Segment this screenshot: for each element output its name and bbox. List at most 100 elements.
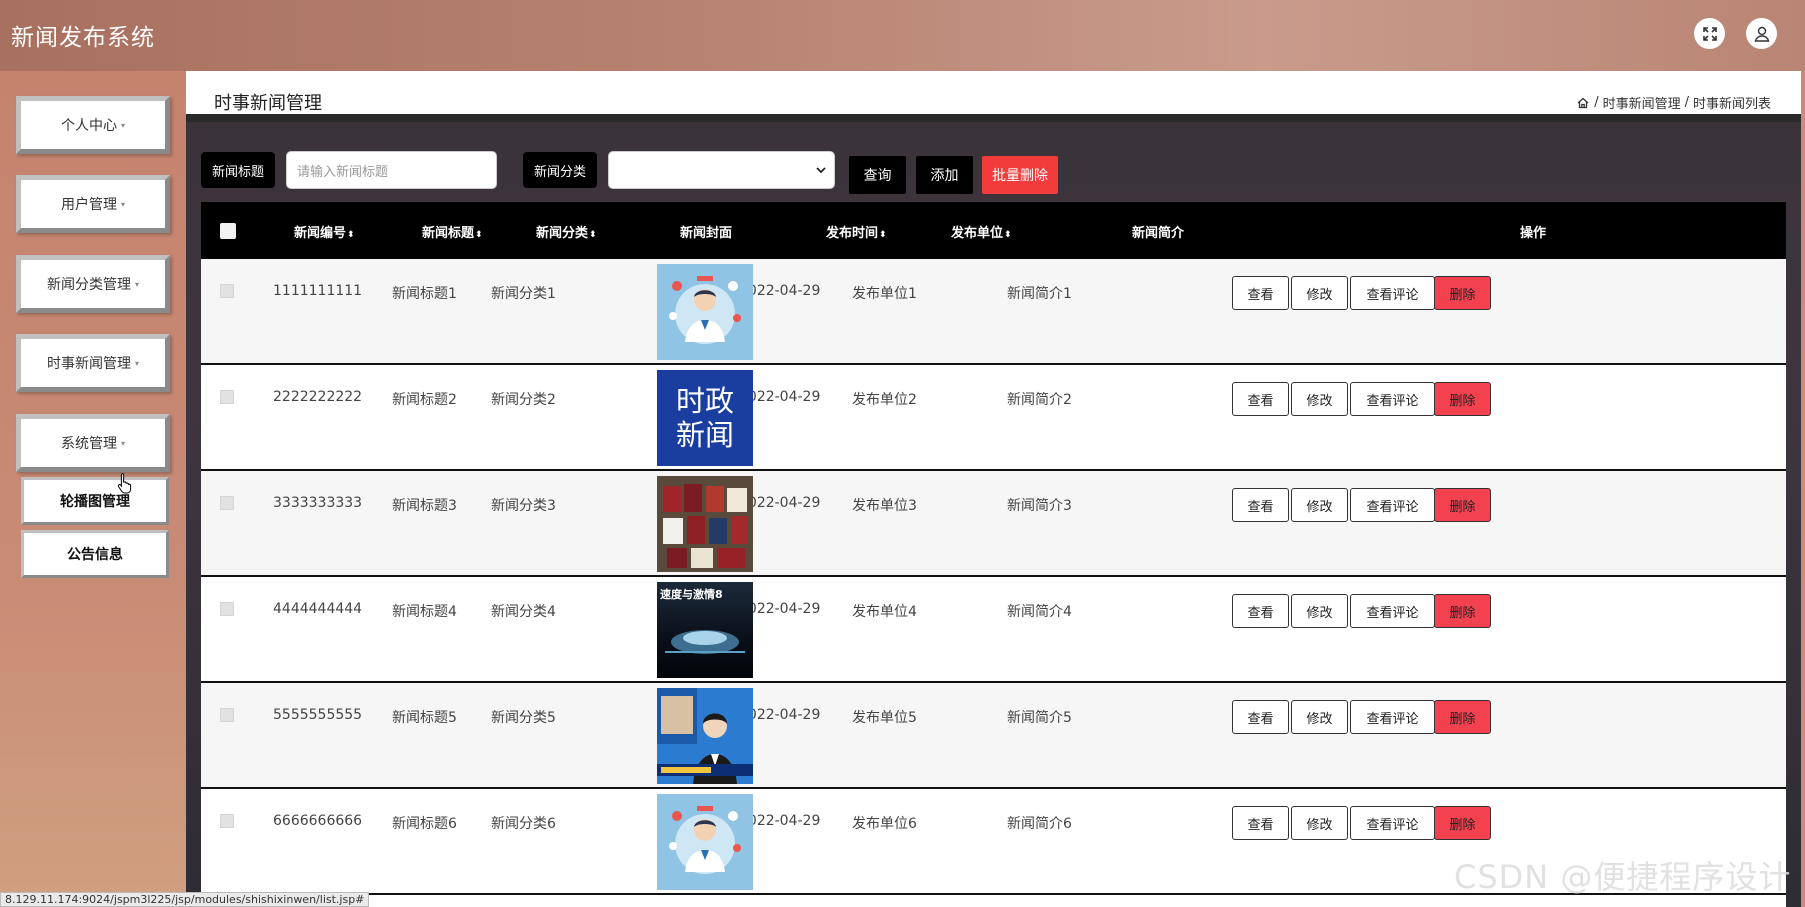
header-title-label: 新闻标题 — [422, 226, 475, 241]
sort-icon: ⬍ — [879, 230, 887, 240]
view-comments-button[interactable]: 查看评论 — [1350, 382, 1435, 416]
view-button[interactable]: 查看 — [1232, 806, 1289, 840]
home-icon[interactable] — [1576, 96, 1590, 110]
main-content: 时事新闻管理 / 时事新闻管理 / 时事新闻列表 新闻标题 请输入新闻标题 新闻… — [186, 71, 1801, 907]
sidebar-item-personal-center[interactable]: 个人中心 ▾ — [16, 96, 170, 154]
sidebar-item-label: 用户管理 — [60, 197, 117, 213]
view-comments-button[interactable]: 查看评论 — [1350, 806, 1435, 840]
app-title: 新闻发布系统 — [11, 25, 155, 51]
caret-down-icon: ▾ — [134, 279, 139, 289]
table-header: 新闻编号⬍ 新闻标题⬍ 新闻分类⬍ 新闻封面 发布时间⬍ 发布单位⬍ 新闻简介 … — [201, 202, 1786, 259]
sidebar-item-category-management[interactable]: 新闻分类管理 ▾ — [16, 255, 170, 313]
batch-delete-button[interactable]: 批量删除 — [982, 156, 1058, 194]
cell-unit: 发布单位2 — [852, 392, 917, 408]
sidebar-item-label: 系统管理 — [60, 436, 117, 452]
row-checkbox[interactable] — [220, 496, 234, 510]
header-title[interactable]: 新闻标题⬍ — [422, 222, 483, 241]
view-button[interactable]: 查看 — [1232, 276, 1289, 310]
caret-down-icon: ▾ — [134, 358, 139, 368]
cell-title: 新闻标题4 — [392, 604, 457, 620]
table-row: 5555555555 新闻标题5 新闻分类5 2022-04-29 发布单位5 新闻简介5… — [201, 683, 1786, 789]
edit-button[interactable]: 修改 — [1291, 594, 1348, 628]
cell-summary: 新闻简介5 — [1007, 710, 1072, 726]
cell-summary: 新闻简介1 — [1007, 286, 1072, 302]
sort-icon: ⬍ — [475, 230, 483, 240]
edit-button[interactable]: 修改 — [1291, 700, 1348, 734]
sidebar-subitem-notice[interactable]: 公告信息 — [21, 530, 169, 578]
view-button[interactable]: 查看 — [1232, 488, 1289, 522]
query-button[interactable]: 查询 — [849, 156, 906, 194]
sidebar-subitem-carousel[interactable]: 轮播图管理 — [21, 477, 169, 525]
header-category-label: 新闻分类 — [536, 226, 589, 241]
cell-unit: 发布单位5 — [852, 710, 917, 726]
delete-button[interactable]: 删除 — [1434, 382, 1491, 416]
sidebar-item-user-management[interactable]: 用户管理 ▾ — [16, 175, 170, 233]
header-unit[interactable]: 发布单位⬍ — [951, 222, 1012, 241]
view-button[interactable]: 查看 — [1232, 382, 1289, 416]
header-time[interactable]: 发布时间⬍ — [826, 222, 887, 241]
fullscreen-icon[interactable] — [1694, 18, 1725, 49]
delete-button[interactable]: 删除 — [1434, 488, 1491, 522]
chevron-down-icon — [816, 167, 826, 174]
row-checkbox[interactable] — [220, 602, 234, 616]
cell-summary: 新闻简介2 — [1007, 392, 1072, 408]
table-row: 1111111111 新闻标题1 新闻分类1 2022-04-29 发布单位1 新闻简介1… — [201, 259, 1786, 365]
cover-image — [657, 794, 753, 890]
breadcrumb-separator: / — [1594, 95, 1599, 110]
edit-button[interactable]: 修改 — [1291, 276, 1348, 310]
edit-button[interactable]: 修改 — [1291, 806, 1348, 840]
row-checkbox[interactable] — [220, 390, 234, 404]
header-summary: 新闻简介 — [1132, 226, 1185, 241]
cell-summary: 新闻简介3 — [1007, 498, 1072, 514]
add-button[interactable]: 添加 — [916, 156, 973, 194]
pointer-cursor-icon — [117, 473, 132, 494]
delete-button[interactable]: 删除 — [1434, 276, 1491, 310]
sidebar-item-system-management[interactable]: 系统管理 ▾ — [16, 414, 170, 472]
top-bar: 新闻发布系统 — [0, 0, 1805, 71]
cell-unit: 发布单位3 — [852, 498, 917, 514]
page-header: 时事新闻管理 / 时事新闻管理 / 时事新闻列表 — [186, 71, 1801, 122]
cell-title: 新闻标题1 — [392, 286, 457, 302]
user-icon[interactable] — [1746, 18, 1777, 49]
sidebar-item-news-management[interactable]: 时事新闻管理 ▾ — [16, 334, 170, 392]
delete-button[interactable]: 删除 — [1434, 700, 1491, 734]
caret-down-icon: ▾ — [120, 438, 125, 448]
view-comments-button[interactable]: 查看评论 — [1350, 594, 1435, 628]
table-row: 3333333333 新闻标题3 新闻分类3 2022-04-29 发布单位3 新闻简介3… — [201, 471, 1786, 577]
title-search-input[interactable]: 请输入新闻标题 — [286, 151, 497, 189]
cell-id: 6666666666 — [273, 813, 363, 829]
view-comments-button[interactable]: 查看评论 — [1350, 276, 1435, 310]
header-category[interactable]: 新闻分类⬍ — [536, 222, 597, 241]
sidebar: 个人中心 ▾ 用户管理 ▾ 新闻分类管理 ▾ 时事新闻管理 ▾ 系统管理 ▾ 轮播图管理 … — [0, 71, 186, 907]
delete-button[interactable]: 删除 — [1434, 806, 1491, 840]
news-table: 新闻编号⬍ 新闻标题⬍ 新闻分类⬍ 新闻封面 发布时间⬍ 发布单位⬍ 新闻简介 … — [201, 202, 1786, 907]
cover-text: 时政 — [675, 384, 734, 418]
header-time-label: 发布时间 — [826, 226, 879, 241]
status-url: 8.129.11.174:9024/jspm3l225/jsp/modules/… — [0, 892, 370, 907]
cell-category: 新闻分类6 — [491, 816, 556, 832]
breadcrumb-item[interactable]: 时事新闻管理 — [1603, 93, 1681, 112]
row-checkbox[interactable] — [220, 814, 234, 828]
category-filter-label: 新闻分类 — [523, 152, 597, 188]
header-cover: 新闻封面 — [680, 226, 733, 241]
page-title: 时事新闻管理 — [214, 93, 322, 114]
category-select[interactable] — [608, 151, 835, 189]
edit-button[interactable]: 修改 — [1291, 382, 1348, 416]
view-comments-button[interactable]: 查看评论 — [1350, 700, 1435, 734]
row-checkbox[interactable] — [220, 708, 234, 722]
delete-button[interactable]: 删除 — [1434, 594, 1491, 628]
view-comments-button[interactable]: 查看评论 — [1350, 488, 1435, 522]
breadcrumb-item: 时事新闻列表 — [1692, 97, 1771, 112]
row-checkbox[interactable] — [220, 284, 234, 298]
cell-unit: 发布单位4 — [852, 604, 917, 620]
view-button[interactable]: 查看 — [1232, 594, 1289, 628]
edit-button[interactable]: 修改 — [1291, 488, 1348, 522]
cell-category: 新闻分类5 — [491, 710, 556, 726]
sidebar-item-label: 个人中心 — [60, 118, 117, 134]
view-button[interactable]: 查看 — [1232, 700, 1289, 734]
header-id-label: 新闻编号 — [294, 226, 347, 241]
sidebar-item-label: 新闻分类管理 — [46, 277, 131, 293]
header-id[interactable]: 新闻编号⬍ — [294, 222, 355, 241]
select-all-checkbox[interactable] — [220, 223, 236, 239]
cell-id: 5555555555 — [273, 707, 363, 723]
